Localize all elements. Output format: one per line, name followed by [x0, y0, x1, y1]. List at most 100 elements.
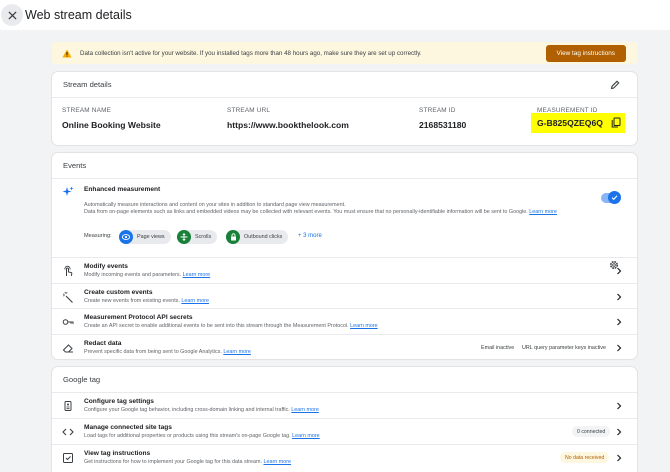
google-tag-header: Google tag [52, 367, 637, 393]
manage-connected-tags-title: Manage connected site tags [84, 424, 172, 431]
manage-connected-tags-row[interactable]: Manage connected site tags Load tags for… [52, 418, 637, 444]
close-button[interactable] [1, 4, 23, 26]
enhanced-measurement-title: Enhanced measurement [84, 186, 161, 193]
modify-events-learn-more[interactable]: Learn more [183, 272, 211, 278]
stream-details-header: Stream details [52, 72, 637, 98]
measurement-id-highlight: G-B825QZEQ6Q [531, 113, 625, 133]
connected-count-badge: 0 connected [572, 426, 611, 437]
chevron-right-icon [617, 318, 622, 326]
copy-icon[interactable] [611, 117, 621, 128]
chevron-right-icon [617, 267, 622, 275]
measurement-protocol-desc: Create an API secret to enable additiona… [84, 323, 349, 329]
events-header: Events [52, 153, 637, 179]
measurement-id-value[interactable]: G-B825QZEQ6Q [537, 118, 603, 128]
measurement-protocol-row[interactable]: Measurement Protocol API secrets Create … [52, 308, 637, 334]
measuring-label: Measuring: [84, 233, 112, 239]
stream-id-label: STREAM ID [419, 107, 456, 114]
chevron-right-icon [617, 454, 622, 462]
code-icon [62, 428, 74, 436]
view-tag-instructions-row[interactable]: View tag instructions Get instructions f… [52, 444, 637, 469]
more-measurements-link[interactable]: + 3 more [298, 233, 322, 239]
manage-connected-tags-learn-more[interactable]: Learn more [292, 433, 320, 439]
create-custom-events-row[interactable]: Create custom events Create new events f… [52, 283, 637, 308]
chip-page-views-label: Page views [137, 234, 165, 240]
redact-data-row[interactable]: Redact data Prevent specific data from b… [52, 334, 637, 359]
stream-name-label: STREAM NAME [62, 107, 112, 114]
chevron-right-icon [617, 293, 622, 301]
enhanced-measurement-row: Enhanced measurement Automatically measu… [52, 179, 637, 270]
key-icon [62, 319, 74, 325]
data-collection-alert: Data collection isn't active for your we… [52, 42, 637, 64]
chip-page-views[interactable]: Page views [119, 230, 171, 244]
chevron-right-icon [617, 428, 622, 436]
enhanced-measurement-desc1: Automatically measure interactions and c… [84, 202, 346, 208]
view-tag-instructions-learn-more[interactable]: Learn more [263, 459, 291, 465]
page-title: Web stream details [25, 8, 132, 22]
check-icon [611, 195, 618, 201]
configure-tag-settings-desc-line: Configure your Google tag behavior, incl… [84, 407, 319, 413]
redact-data-title: Redact data [84, 340, 122, 347]
manage-connected-tags-desc-line: Load tags for additional properties or p… [84, 433, 320, 439]
enhanced-measurement-learn-more[interactable]: Learn more [529, 209, 557, 215]
stream-details-card: Stream details STREAM NAME Online Bookin… [52, 72, 637, 145]
create-custom-events-title: Create custom events [84, 289, 153, 296]
view-tag-instructions-desc: Get instructions for how to implement yo… [84, 459, 262, 465]
alert-text: Data collection isn't active for your we… [80, 49, 422, 57]
redact-data-desc: Prevent specific data from being sent to… [84, 349, 222, 355]
chevron-right-icon [617, 402, 622, 410]
top-bar: Web stream details [0, 0, 670, 30]
configure-tag-settings-title: Configure tag settings [84, 398, 154, 405]
redact-data-learn-more[interactable]: Learn more [223, 349, 251, 355]
chip-outbound-clicks-label: Outbound clicks [244, 234, 283, 240]
sparkle-icon [62, 186, 74, 196]
google-tag-title: Google tag [63, 375, 101, 384]
chevron-right-icon [617, 344, 622, 352]
stream-url-label: STREAM URL [227, 107, 271, 114]
chip-outbound-clicks[interactable]: Outbound clicks [226, 230, 289, 244]
enhanced-measurement-desc2: Data from on-page elements such as links… [84, 209, 528, 215]
manage-connected-tags-desc: Load tags for additional properties or p… [84, 433, 291, 439]
edit-icon[interactable] [610, 80, 620, 90]
create-custom-events-desc-line: Create new events from existing events. … [84, 298, 209, 304]
create-custom-events-desc: Create new events from existing events. [84, 298, 180, 304]
instructions-icon [63, 453, 73, 463]
tag-settings-icon [64, 401, 72, 411]
stream-details-title: Stream details [63, 80, 112, 89]
configure-tag-settings-learn-more[interactable]: Learn more [291, 407, 319, 413]
eraser-icon [62, 344, 73, 353]
stream-id-col: STREAM ID 2168531180 [419, 107, 466, 130]
modify-events-desc-line: Modify incoming events and parameters. L… [84, 272, 210, 278]
lock-icon [226, 230, 240, 244]
view-tag-instructions-title: View tag instructions [84, 450, 151, 457]
redact-data-desc-line: Prevent specific data from being sent to… [84, 349, 251, 355]
chip-scrolls-label: Scrolls [195, 234, 212, 240]
view-tag-instructions-desc-line: Get instructions for how to implement yo… [84, 459, 291, 465]
configure-tag-settings-row[interactable]: Configure tag settings Configure your Go… [52, 393, 637, 418]
configure-tag-settings-desc: Configure your Google tag behavior, incl… [84, 407, 290, 413]
events-title: Events [63, 161, 87, 170]
stream-name-value: Online Booking Website [62, 120, 161, 130]
url-query-status: URL query parameter keys inactive [522, 345, 606, 351]
stream-url-value: https://www.bookthelook.com [227, 120, 349, 130]
stream-url-col: STREAM URL https://www.bookthelook.com [227, 107, 349, 130]
measurement-protocol-learn-more[interactable]: Learn more [350, 323, 378, 329]
no-data-badge: No data received [560, 452, 610, 463]
magic-wand-icon [62, 291, 73, 303]
warning-icon [62, 49, 72, 57]
toggle-knob [608, 191, 621, 204]
stream-id-value: 2168531180 [419, 120, 467, 130]
view-tag-instructions-button[interactable]: View tag instructions [545, 44, 626, 62]
close-icon [7, 10, 17, 20]
measuring-chips: Page views Scrolls Outbound clicks + 3 m… [119, 230, 419, 244]
stream-name-col: STREAM NAME Online Booking Website [62, 107, 161, 130]
enhanced-measurement-toggle[interactable] [601, 191, 621, 204]
eye-icon [119, 230, 133, 244]
touch-icon [64, 265, 73, 277]
measurement-protocol-title: Measurement Protocol API secrets [84, 314, 193, 321]
scroll-icon [177, 230, 191, 244]
email-status: Email inactive [481, 345, 515, 351]
create-custom-events-learn-more[interactable]: Learn more [181, 298, 209, 304]
modify-events-desc: Modify incoming events and parameters. [84, 272, 182, 278]
chip-scrolls[interactable]: Scrolls [177, 230, 218, 244]
modify-events-row[interactable]: Modify events Modify incoming events and… [52, 257, 637, 283]
